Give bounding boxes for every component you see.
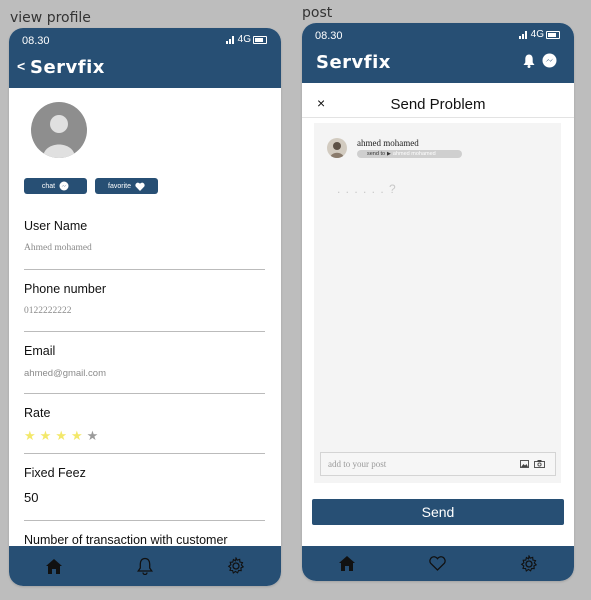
divider bbox=[24, 269, 265, 270]
star-filled-icon: ★ bbox=[70, 428, 83, 443]
phone-field: Phone number 0122222222 bbox=[24, 282, 265, 316]
signal-icon bbox=[518, 30, 529, 39]
author-avatar bbox=[327, 138, 347, 158]
favorite-button[interactable]: favorite bbox=[95, 178, 158, 194]
post-card: ahmed mohamed send to ▶ ahmed mohamed . … bbox=[314, 123, 561, 483]
home-icon bbox=[46, 558, 63, 574]
star-filled-icon: ★ bbox=[55, 428, 67, 443]
divider bbox=[24, 393, 265, 394]
battery-icon bbox=[253, 35, 267, 44]
home-icon bbox=[339, 556, 356, 571]
heart-icon bbox=[429, 556, 447, 571]
post-phone: 08.30 4G Servfix × Send Problem ahmed mo… bbox=[302, 23, 574, 581]
dialog-title: Send Problem bbox=[390, 96, 486, 113]
send-to-label: send to bbox=[367, 151, 386, 157]
divider bbox=[24, 520, 265, 521]
chat-button-label: chat bbox=[41, 182, 56, 190]
messenger-icon bbox=[59, 181, 69, 191]
network-label: 4G bbox=[530, 29, 544, 40]
play-icon: ▶ bbox=[387, 151, 391, 157]
divider bbox=[302, 117, 574, 118]
gear-icon bbox=[520, 554, 537, 572]
status-bar: 08.30 4G bbox=[9, 28, 281, 52]
star-filled-icon: ★ bbox=[39, 428, 52, 443]
fees-label: Fixed Feez bbox=[24, 466, 86, 480]
nav-home[interactable] bbox=[333, 550, 361, 578]
app-title: Servfix bbox=[30, 57, 105, 78]
email-label: Email bbox=[24, 344, 56, 358]
signal-icon bbox=[225, 35, 236, 44]
bottom-nav bbox=[302, 546, 574, 581]
avatar bbox=[31, 102, 87, 158]
fees-value: 50 bbox=[24, 490, 39, 505]
nav-settings[interactable] bbox=[222, 552, 250, 580]
frame-label-profile: view profile bbox=[10, 10, 91, 26]
profile-header: 08.30 4G < Servfix bbox=[9, 28, 281, 88]
send-to-chip[interactable]: send to ▶ ahmed mohamed bbox=[357, 150, 462, 158]
transactions-field: Number of transaction with customer bbox=[24, 533, 265, 547]
star-filled-icon: ★ bbox=[24, 428, 36, 443]
author-name: ahmed mohamed bbox=[357, 138, 419, 148]
frame-label-post: post bbox=[302, 5, 333, 21]
rate-label: Rate bbox=[24, 406, 51, 420]
nav-notifications[interactable] bbox=[131, 552, 159, 580]
rate-field: Rate ★ ★ ★ ★ ★ bbox=[24, 406, 265, 444]
gear-icon bbox=[227, 557, 244, 574]
camera-icon[interactable] bbox=[534, 460, 545, 468]
battery-icon bbox=[546, 30, 560, 39]
nav-home[interactable] bbox=[40, 552, 68, 580]
add-to-post-bar[interactable]: add to your post bbox=[320, 452, 556, 476]
heart-icon bbox=[135, 182, 145, 191]
app-title: Servfix bbox=[316, 52, 391, 73]
image-icon[interactable] bbox=[520, 460, 529, 468]
back-button[interactable]: < bbox=[17, 58, 25, 74]
phone-value: 0122222222 bbox=[24, 306, 72, 316]
divider bbox=[24, 331, 265, 332]
username-field: User Name Ahmed mohamed bbox=[24, 219, 265, 253]
post-header: 08.30 4G Servfix bbox=[302, 23, 574, 83]
nav-settings[interactable] bbox=[515, 550, 543, 578]
bell-icon[interactable] bbox=[523, 54, 535, 68]
status-icons: 4G bbox=[225, 34, 267, 45]
fees-field: Fixed Feez 50 bbox=[24, 466, 265, 505]
email-field: Email ahmed@gmail.com bbox=[24, 344, 265, 379]
profile-phone: 08.30 4G < Servfix chat favorite User Na… bbox=[9, 28, 281, 586]
status-time: 08.30 bbox=[22, 35, 50, 47]
post-body-input[interactable]: . . . . . . ? bbox=[337, 182, 397, 196]
chat-button[interactable]: chat bbox=[24, 178, 87, 194]
add-to-post-placeholder: add to your post bbox=[328, 459, 387, 469]
rating-stars: ★ ★ ★ ★ ★ bbox=[24, 428, 265, 444]
nav-favorites[interactable] bbox=[424, 550, 452, 578]
messenger-icon[interactable] bbox=[542, 53, 557, 68]
username-label: User Name bbox=[24, 219, 88, 233]
phone-label: Phone number bbox=[24, 282, 107, 296]
status-icons: 4G bbox=[518, 29, 560, 40]
star-empty-icon: ★ bbox=[86, 428, 99, 443]
bell-icon bbox=[136, 557, 153, 575]
email-value: ahmed@gmail.com bbox=[24, 368, 106, 379]
favorite-button-label: favorite bbox=[108, 182, 131, 190]
network-label: 4G bbox=[237, 34, 251, 45]
user-icon bbox=[330, 142, 344, 158]
send-to-name: ahmed mohamed bbox=[392, 151, 436, 157]
send-button[interactable]: Send bbox=[312, 499, 564, 525]
status-bar: 08.30 4G bbox=[302, 23, 574, 47]
username-value: Ahmed mohamed bbox=[24, 243, 92, 253]
divider bbox=[24, 453, 265, 454]
user-icon bbox=[43, 115, 75, 158]
transactions-label: Number of transaction with customer bbox=[24, 533, 228, 547]
bottom-nav bbox=[9, 546, 281, 586]
status-time: 08.30 bbox=[315, 30, 343, 42]
